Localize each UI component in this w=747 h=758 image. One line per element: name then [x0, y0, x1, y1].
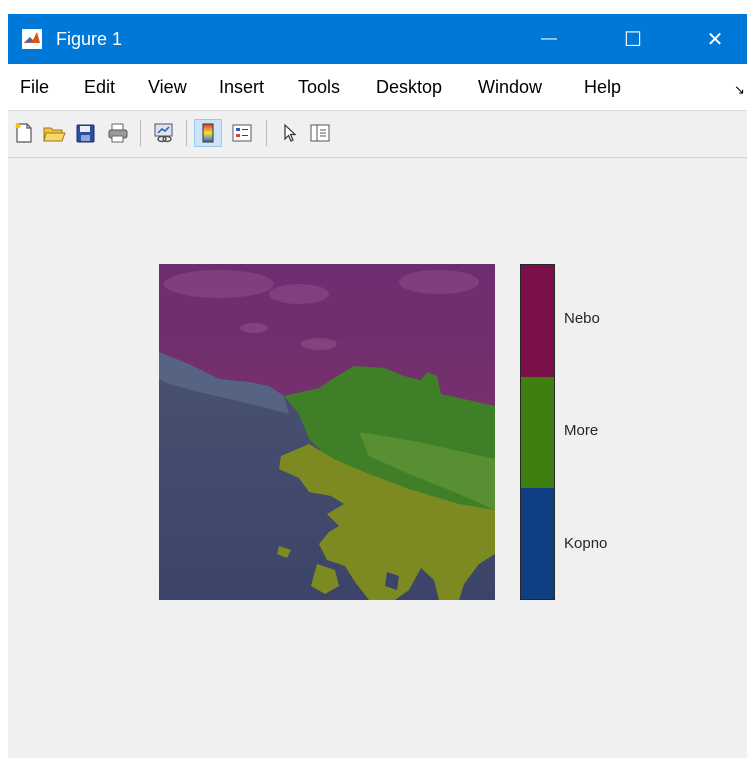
- open-file-icon: [43, 127, 66, 142]
- colorbar-icon: [202, 123, 214, 143]
- new-figure-button[interactable]: [10, 119, 38, 147]
- open-file-button[interactable]: [40, 119, 68, 147]
- colorbar-segment-more: [521, 376, 554, 488]
- colorbar-segment-nebo: [521, 265, 554, 377]
- menu-desktop[interactable]: Desktop: [376, 76, 442, 98]
- maximize-button[interactable]: ☐: [605, 14, 661, 64]
- legend-icon: [232, 124, 252, 142]
- link-plot-button[interactable]: [150, 119, 178, 147]
- close-button[interactable]: ✕: [687, 14, 743, 64]
- menu-view[interactable]: View: [148, 76, 187, 98]
- colorbar-label-kopno: Kopno: [564, 535, 608, 552]
- toolbar-separator: [186, 120, 187, 146]
- menu-help[interactable]: Help: [584, 76, 621, 98]
- minimize-icon: —: [541, 30, 557, 47]
- matlab-logo-icon: [22, 29, 42, 49]
- menu-file[interactable]: File: [20, 76, 49, 98]
- print-icon: [108, 123, 128, 143]
- menu-tools[interactable]: Tools: [298, 76, 340, 98]
- menu-edit[interactable]: Edit: [84, 76, 115, 98]
- title-bar[interactable]: Figure 1 — ☐ ✕: [8, 14, 747, 64]
- menu-bar: File Edit View Insert Tools Desktop Wind…: [8, 64, 747, 111]
- cloud: [269, 284, 329, 304]
- save-button[interactable]: [72, 119, 100, 147]
- dock-arrow-icon[interactable]: ↘: [734, 79, 745, 101]
- pointer-icon: [284, 123, 297, 142]
- new-figure-icon: [15, 123, 32, 143]
- window-title: Figure 1: [56, 29, 123, 49]
- figure-toolbar: [8, 111, 747, 158]
- print-button[interactable]: [104, 119, 132, 147]
- menu-window[interactable]: Window: [478, 76, 542, 98]
- toolbar-separator: [140, 120, 141, 146]
- cloud: [164, 270, 274, 298]
- colorbar-segment-kopno: [521, 487, 554, 599]
- property-inspector-button[interactable]: [306, 119, 334, 147]
- edit-plot-button[interactable]: [276, 119, 304, 147]
- figure-canvas[interactable]: Nebo More Kopno: [8, 158, 747, 758]
- colorbar[interactable]: [520, 264, 555, 600]
- cloud: [240, 323, 268, 333]
- link-plot-icon: [154, 123, 173, 143]
- property-inspector-icon: [310, 124, 330, 142]
- save-icon: [76, 124, 95, 143]
- segmented-image[interactable]: [159, 264, 495, 600]
- cloud: [399, 270, 479, 294]
- menu-insert[interactable]: Insert: [219, 76, 264, 98]
- minimize-button[interactable]: —: [521, 14, 577, 64]
- figure-window: Figure 1 — ☐ ✕ File Edit View Insert Too…: [8, 14, 747, 758]
- close-icon: ✕: [706, 28, 724, 51]
- toolbar-separator: [266, 120, 267, 146]
- insert-colorbar-button[interactable]: [194, 119, 222, 147]
- maximize-icon: ☐: [624, 28, 642, 51]
- insert-legend-button[interactable]: [228, 119, 256, 147]
- colorbar-label-nebo: Nebo: [564, 310, 600, 327]
- colorbar-label-more: More: [564, 422, 599, 439]
- cloud: [301, 338, 337, 350]
